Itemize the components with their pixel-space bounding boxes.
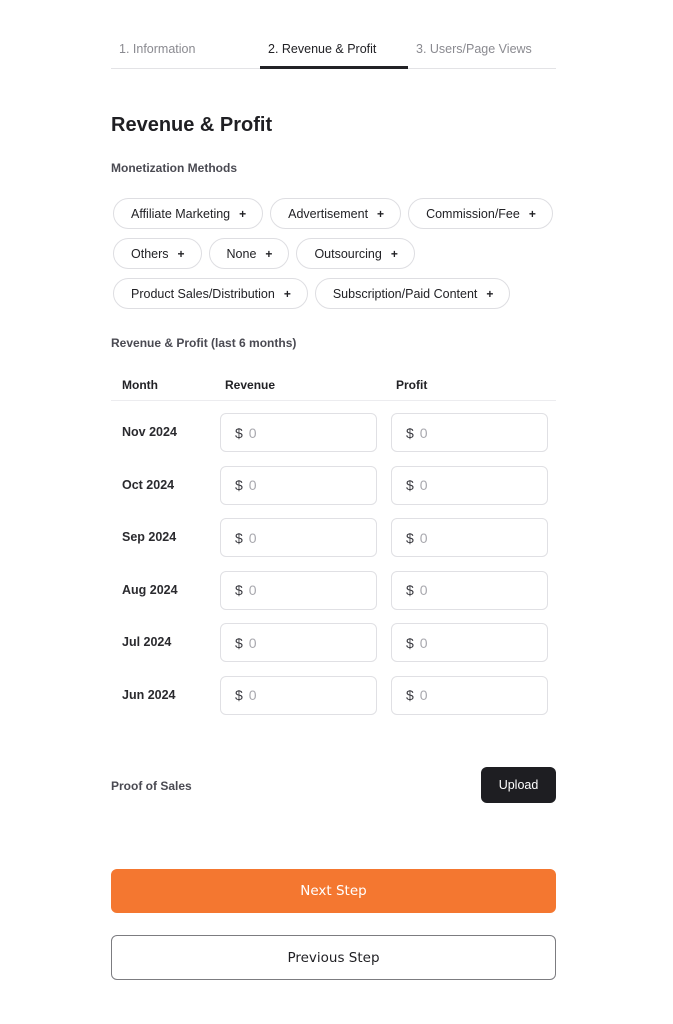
- header-month: Month: [122, 378, 158, 392]
- plus-icon: +: [528, 206, 536, 221]
- profit-input[interactable]: [419, 582, 530, 599]
- tab-revenue-profit[interactable]: 2. Revenue & Profit: [268, 42, 376, 56]
- profit-input[interactable]: [419, 477, 530, 494]
- dollar-sign-icon: $: [406, 634, 414, 651]
- tab-users-page-views[interactable]: 3. Users/Page Views: [416, 42, 532, 56]
- chip-row: Affiliate Marketing + Advertisement + Comm…: [113, 198, 558, 229]
- table-row: Jul 2024 $ $: [111, 611, 556, 664]
- revenue-input[interactable]: [248, 529, 359, 546]
- chip-others[interactable]: Others +: [113, 238, 202, 269]
- dollar-sign-icon: $: [235, 424, 243, 441]
- revenue-input-wrapper: $: [220, 570, 377, 610]
- chip-label: Affiliate Marketing: [131, 206, 231, 221]
- profit-input[interactable]: [419, 634, 530, 651]
- profit-input[interactable]: [419, 687, 530, 704]
- profit-input[interactable]: [419, 424, 530, 441]
- next-step-button[interactable]: Next Step: [111, 869, 556, 913]
- dollar-sign-icon: $: [406, 477, 414, 494]
- dollar-sign-icon: $: [235, 687, 243, 704]
- header-revenue: Revenue: [225, 378, 276, 392]
- revenue-profit-label: Revenue & Profit (last 6 months): [111, 336, 297, 350]
- profit-input-wrapper: $: [391, 623, 548, 663]
- month-label: Nov 2024: [122, 425, 177, 439]
- plus-icon: +: [239, 206, 247, 221]
- plus-icon: +: [377, 206, 385, 221]
- table-row: Oct 2024 $ $: [111, 454, 556, 507]
- revenue-input[interactable]: [248, 477, 359, 494]
- plus-icon: +: [283, 286, 291, 301]
- revenue-input-wrapper: $: [220, 623, 377, 663]
- chip-advertisement[interactable]: Advertisement +: [270, 198, 402, 229]
- chip-label: Advertisement: [288, 206, 369, 221]
- month-label: Jul 2024: [122, 635, 172, 650]
- monetization-methods-label: Monetization Methods: [111, 161, 237, 175]
- chip-subscription-paid-content[interactable]: Subscription/Paid Content +: [314, 278, 511, 309]
- chip-commission-fee[interactable]: Commission/Fee +: [408, 198, 553, 229]
- page-title: Revenue & Profit: [111, 114, 273, 136]
- previous-step-button[interactable]: Previous Step: [111, 935, 556, 980]
- dollar-sign-icon: $: [235, 529, 243, 546]
- plus-icon: +: [265, 246, 273, 261]
- table-body: Nov 2024 $ $ Oct 2024 $ $ Sep 2024 $ $ Aug 2024 $ $…: [111, 401, 556, 717]
- month-label: Oct 2024: [122, 477, 175, 492]
- revenue-input[interactable]: [248, 424, 359, 441]
- table-header: Month Revenue Profit: [111, 372, 556, 401]
- revenue-input[interactable]: [248, 687, 359, 704]
- chip-row: Others + None + Outsourcing +: [113, 238, 558, 269]
- table-row: Jun 2024 $ $: [111, 664, 556, 717]
- revenue-input[interactable]: [248, 634, 359, 651]
- month-label: Aug 2024: [122, 582, 178, 597]
- dollar-sign-icon: $: [235, 634, 243, 651]
- plus-icon: +: [177, 246, 185, 261]
- profit-input-wrapper: $: [391, 675, 548, 715]
- table-row: Aug 2024 $ $: [111, 559, 556, 612]
- dollar-sign-icon: $: [235, 477, 243, 494]
- dollar-sign-icon: $: [406, 424, 414, 441]
- month-label: Jun 2024: [122, 687, 176, 702]
- revenue-input-wrapper: $: [220, 465, 377, 505]
- dollar-sign-icon: $: [406, 582, 414, 599]
- plus-icon: +: [390, 246, 398, 261]
- proof-of-sales-label: Proof of Sales: [111, 779, 192, 793]
- upload-button[interactable]: Upload: [481, 767, 556, 803]
- chip-none[interactable]: None +: [208, 238, 290, 269]
- revenue-input-wrapper: $: [220, 413, 377, 452]
- profit-input-wrapper: $: [391, 465, 548, 505]
- monetization-chip-group: Affiliate Marketing + Advertisement + Comm…: [113, 198, 558, 318]
- table-row: Sep 2024 $ $: [111, 506, 556, 559]
- active-tab-indicator: [260, 66, 408, 69]
- revenue-input-wrapper: $: [220, 518, 377, 558]
- chip-row: Product Sales/Distribution + Subscription…: [113, 278, 558, 309]
- dollar-sign-icon: $: [235, 582, 243, 599]
- chip-label: Subscription/Paid Content: [332, 286, 478, 301]
- chip-label: Others: [131, 246, 169, 261]
- step-tabs: 1. Information 2. Revenue & Profit 3. Us…: [111, 30, 556, 69]
- plus-icon: +: [486, 286, 494, 301]
- header-profit: Profit: [396, 378, 428, 392]
- profit-input[interactable]: [419, 529, 530, 546]
- revenue-profit-table: Month Revenue Profit Nov 2024 $ $ Oct 2024 $…: [111, 372, 556, 717]
- profit-input-wrapper: $: [391, 518, 548, 558]
- chip-label: None: [226, 246, 257, 261]
- chip-label: Product Sales/Distribution: [131, 286, 275, 301]
- chip-affiliate-marketing[interactable]: Affiliate Marketing +: [113, 198, 264, 229]
- chip-label: Commission/Fee: [426, 206, 520, 221]
- table-row: Nov 2024 $ $: [111, 401, 556, 454]
- profit-input-wrapper: $: [391, 413, 548, 452]
- profit-input-wrapper: $: [391, 570, 548, 610]
- chip-outsourcing[interactable]: Outsourcing +: [296, 238, 415, 269]
- revenue-input[interactable]: [248, 582, 359, 599]
- tab-information[interactable]: 1. Information: [119, 42, 195, 56]
- month-label: Sep 2024: [122, 530, 177, 545]
- chip-product-sales-distribution[interactable]: Product Sales/Distribution +: [113, 278, 308, 309]
- revenue-input-wrapper: $: [220, 675, 377, 715]
- chip-label: Outsourcing: [314, 246, 382, 261]
- dollar-sign-icon: $: [406, 687, 414, 704]
- dollar-sign-icon: $: [406, 529, 414, 546]
